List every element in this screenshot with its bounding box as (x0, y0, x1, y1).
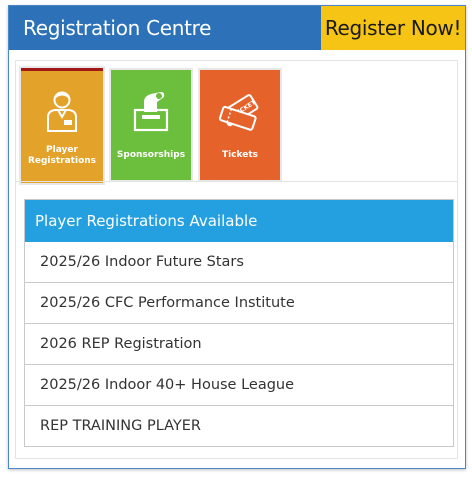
page-title: Registration Centre (23, 16, 212, 40)
registration-widget: Registration Centre Register Now! Player… (8, 5, 466, 469)
tile-sponsorships[interactable]: Sponsorships (111, 70, 191, 180)
tile-player-registrations[interactable]: Player Registrations (21, 68, 103, 183)
list-item[interactable]: 2025/26 CFC Performance Institute (25, 283, 453, 324)
list-item[interactable]: 2025/26 Indoor 40+ House League (25, 365, 453, 406)
register-now-button[interactable]: Register Now! (321, 6, 465, 50)
registrations-panel: Player Registrations Available 2025/26 I… (15, 181, 458, 459)
tile-label-player-line2: Registrations (27, 156, 97, 166)
list-item[interactable]: REP TRAINING PLAYER (25, 406, 453, 447)
tile-label-player-line1: Player (46, 145, 78, 155)
category-tiles: Player Registrations Sponsorships TICKET (15, 60, 458, 183)
tile-tickets[interactable]: TICKET Tickets (200, 70, 280, 180)
sponsorship-icon (133, 92, 169, 132)
tickets-icon: TICKET (218, 94, 259, 131)
header-bar: Registration Centre Register Now! (9, 6, 465, 50)
list-heading: Player Registrations Available (25, 200, 453, 242)
list-item[interactable]: 2026 REP Registration (25, 324, 453, 365)
tile-label-tickets: Tickets (221, 150, 259, 160)
registration-list: Player Registrations Available 2025/26 I… (24, 199, 454, 447)
tile-label-sponsorships: Sponsorships (116, 150, 186, 160)
player-icon (47, 91, 77, 132)
list-item[interactable]: 2025/26 Indoor Future Stars (25, 242, 453, 283)
